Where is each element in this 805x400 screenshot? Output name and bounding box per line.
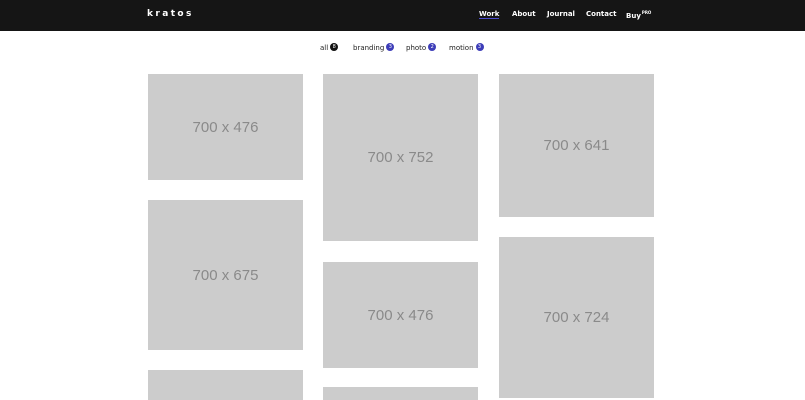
- logo[interactable]: kratos: [147, 9, 194, 19]
- gallery-item[interactable]: [323, 387, 478, 400]
- filter-bar: all 8 branding 3 photo 2 motion 3: [0, 43, 805, 57]
- gallery-item[interactable]: 700 x 476: [148, 74, 303, 180]
- nav-item-buy-label: Buy: [626, 12, 641, 20]
- placeholder-label: 700 x 641: [543, 137, 610, 154]
- nav-item-buy[interactable]: BuyPRO: [626, 10, 651, 20]
- nav-item-about[interactable]: About: [512, 10, 536, 18]
- placeholder-label: 700 x 476: [192, 118, 259, 136]
- nav-item-work[interactable]: Work: [479, 10, 500, 19]
- placeholder-label: 700 x 675: [192, 266, 259, 284]
- gallery-item[interactable]: 700 x 724: [499, 237, 654, 398]
- filter-branding-count: 3: [386, 43, 395, 51]
- filter-photo-label: photo: [406, 44, 427, 52]
- filter-all[interactable]: all 8: [320, 43, 339, 52]
- filter-motion[interactable]: motion 3: [449, 43, 484, 52]
- filter-motion-label: motion: [449, 44, 474, 52]
- filter-all-count: 8: [330, 43, 339, 51]
- nav-item-journal[interactable]: Journal: [547, 10, 575, 18]
- gallery-item[interactable]: 700 x 476: [323, 262, 478, 368]
- gallery-item[interactable]: 700 x 675: [148, 200, 303, 350]
- nav-item-contact[interactable]: Contact: [586, 10, 617, 18]
- pro-badge: PRO: [641, 10, 652, 15]
- filter-photo-count: 2: [428, 43, 437, 51]
- placeholder-label: 700 x 476: [367, 306, 434, 324]
- gallery-item[interactable]: 700 x 752: [323, 74, 478, 241]
- gallery-item[interactable]: [148, 370, 303, 400]
- filter-branding-label: branding: [353, 44, 385, 52]
- placeholder-label: 700 x 752: [367, 149, 434, 166]
- filter-all-label: all: [320, 44, 329, 52]
- placeholder-label: 700 x 724: [543, 309, 610, 326]
- filter-motion-count: 3: [475, 43, 484, 51]
- gallery-item[interactable]: 700 x 641: [499, 74, 654, 217]
- filter-branding[interactable]: branding 3: [353, 43, 395, 52]
- filter-photo[interactable]: photo 2: [406, 43, 437, 52]
- top-navbar: kratos Work About Journal Contact BuyPRO: [0, 0, 805, 31]
